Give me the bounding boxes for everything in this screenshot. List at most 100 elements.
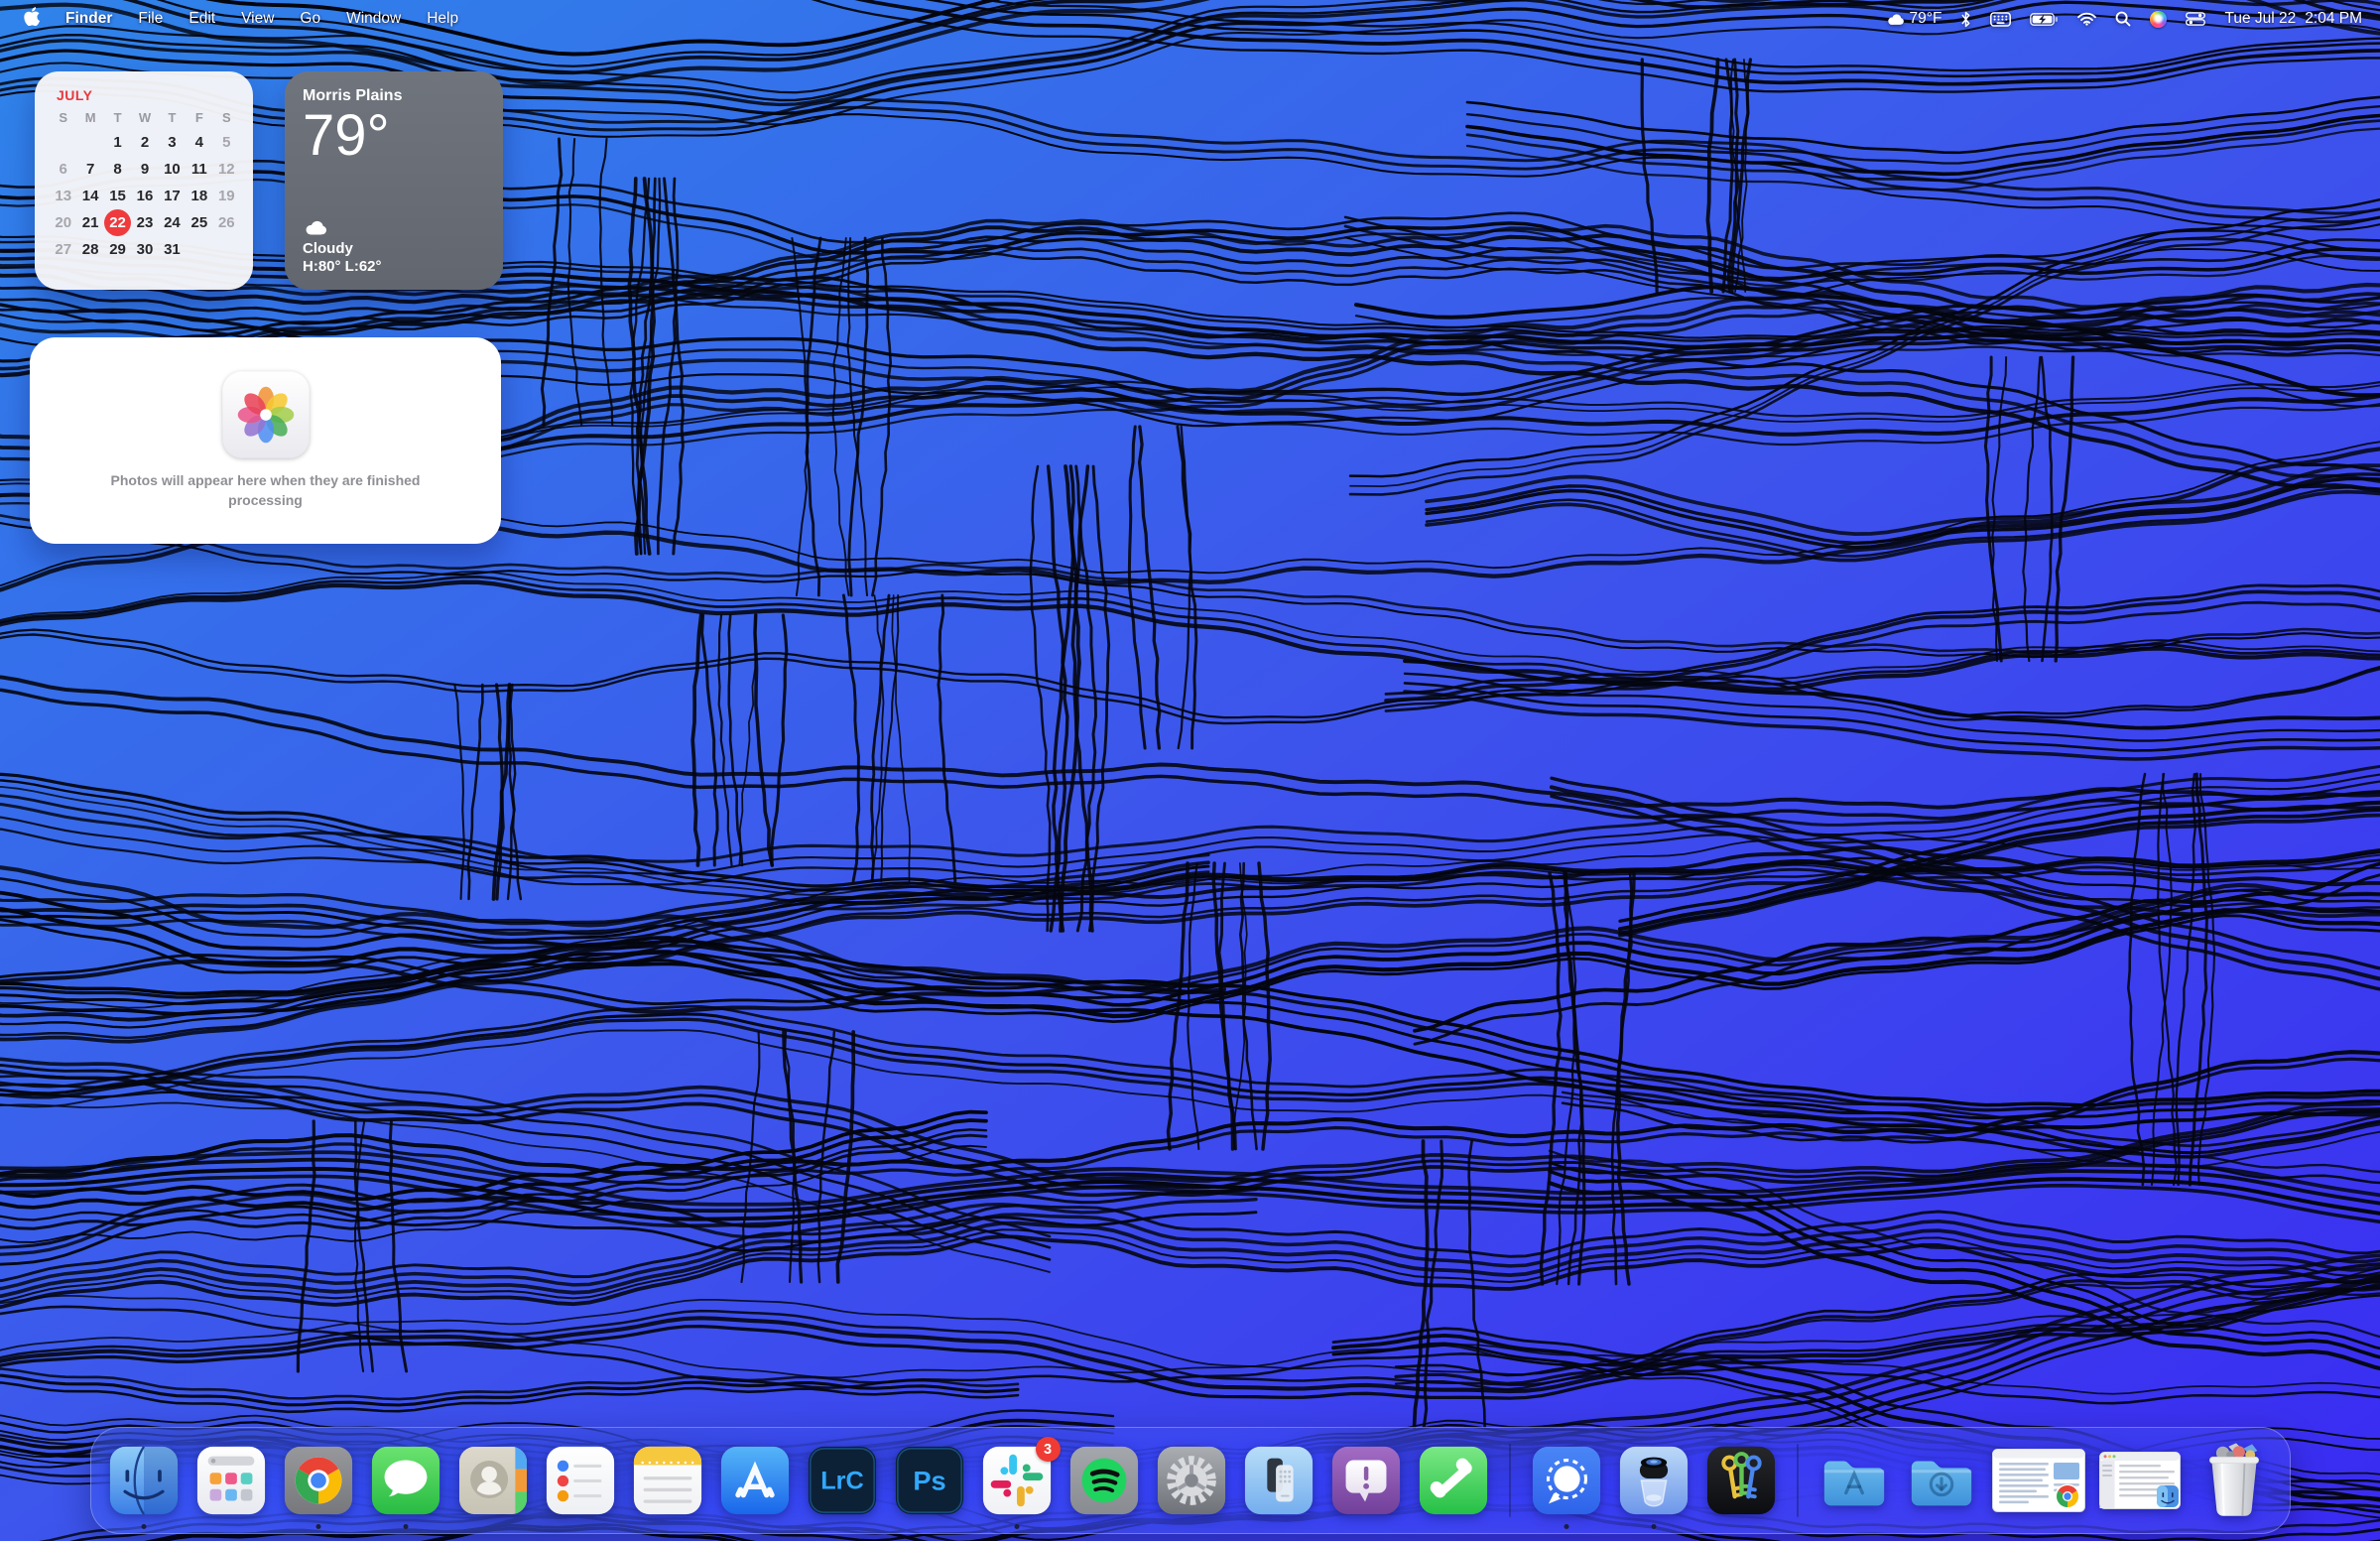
weather-widget[interactable]: Morris Plains 79° Cloudy H:80° L:62°: [285, 71, 503, 290]
running-indicator: [315, 1524, 320, 1529]
dock-item-folder-apps[interactable]: [1817, 1444, 1891, 1517]
calendar-widget[interactable]: JULY SMTWTFS 123456789101112131415161718…: [35, 71, 253, 290]
calendar-day-cell: 5: [213, 129, 240, 156]
running-indicator: [403, 1524, 408, 1529]
calendar-day-header: W: [131, 108, 158, 129]
keyboard-icon: [1990, 12, 2011, 27]
min-window-chrome-icon: [1992, 1449, 2085, 1512]
calendar-today-cell: 22: [104, 209, 131, 236]
calendar-day-cell: 28: [76, 236, 103, 263]
weather-status-item[interactable]: 79°F: [1886, 10, 1942, 28]
lightroom-icon: LrC: [806, 1444, 879, 1517]
dock-item-trash[interactable]: [2194, 1441, 2274, 1520]
apple-icon: [24, 7, 40, 26]
battery-status-item[interactable]: [2030, 13, 2059, 26]
dock-item-finder[interactable]: [107, 1444, 181, 1517]
calendar-grid: 1234567891011121314151617181920212223242…: [50, 129, 240, 263]
dock-separator: [1797, 1444, 1799, 1517]
menubar-clock[interactable]: Tue Jul 22 2:04 PM: [2224, 10, 2362, 28]
calendar-day-cell: 12: [213, 156, 240, 183]
dock-item-feedback[interactable]: [1329, 1444, 1403, 1517]
dock-item-min-window-finder[interactable]: [2099, 1452, 2181, 1509]
menu-window[interactable]: Window: [346, 10, 401, 28]
photos-widget[interactable]: Photos will appear here when they are fi…: [30, 337, 501, 544]
bluetooth-status-item[interactable]: [1960, 11, 1971, 28]
calendar-day-cell: 18: [186, 183, 212, 209]
menu-bar: Finder File Edit View Go Window Help 79°F: [0, 0, 2380, 38]
svg-text:Ps: Ps: [913, 1466, 945, 1496]
calendar-day-cell: 2: [131, 129, 158, 156]
menu-view[interactable]: View: [241, 10, 274, 28]
dock-item-chrome[interactable]: [282, 1444, 355, 1517]
photos-app-icon-plate: [222, 371, 310, 458]
menubar-temperature: 79°F: [1910, 10, 1942, 28]
wifi-status-item[interactable]: [2077, 12, 2096, 26]
dock-item-photoshop[interactable]: Ps: [893, 1444, 966, 1517]
spotlight-status-item[interactable]: [2115, 11, 2131, 27]
calendar-day-cell: [50, 129, 76, 156]
dock-item-passwords[interactable]: [1704, 1444, 1778, 1517]
dock: LrC Ps 3: [90, 1427, 2291, 1534]
calendar-day-cell: 11: [186, 156, 212, 183]
weather-high-low: H:80° L:62°: [303, 258, 382, 275]
menu-edit[interactable]: Edit: [188, 10, 215, 28]
dock-item-signal[interactable]: [1530, 1444, 1603, 1517]
menu-bar-left: Finder File Edit View Go Window Help: [24, 7, 458, 31]
phone-icon: [1417, 1444, 1490, 1517]
calendar-day-cell: 15: [104, 183, 131, 209]
calendar-day-cell: 29: [104, 236, 131, 263]
dock-item-slack[interactable]: 3: [980, 1444, 1054, 1517]
apple-menu[interactable]: [24, 7, 40, 31]
folder-downloads-icon: [1905, 1444, 1978, 1517]
menu-file[interactable]: File: [138, 10, 163, 28]
folder-apps-icon: [1817, 1444, 1891, 1517]
calendar-day-cell: 27: [50, 236, 76, 263]
dock-item-folder-downloads[interactable]: [1905, 1444, 1978, 1517]
wifi-icon: [2077, 12, 2096, 26]
notes-icon: [631, 1444, 704, 1517]
launchpad-icon: [194, 1444, 268, 1517]
appstore-icon: [718, 1444, 792, 1517]
keyboard-status-item[interactable]: [1990, 12, 2011, 27]
dock-item-launchpad[interactable]: [194, 1444, 268, 1517]
calendar-day-cell: [76, 129, 103, 156]
min-window-finder-icon: [2099, 1452, 2181, 1509]
calendar-day-cell: 30: [131, 236, 158, 263]
contacts-icon: [456, 1444, 530, 1517]
dock-item-contacts[interactable]: [456, 1444, 530, 1517]
lens-app-icon: [1617, 1444, 1691, 1517]
dock-item-messages[interactable]: [369, 1444, 442, 1517]
photos-empty-message: Photos will appear here when they are fi…: [111, 471, 421, 511]
dock-item-settings[interactable]: [1155, 1444, 1228, 1517]
dock-item-lightroom[interactable]: LrC: [806, 1444, 879, 1517]
menu-go[interactable]: Go: [300, 10, 320, 28]
dock-item-reminders[interactable]: [544, 1444, 617, 1517]
calendar-day-cell: 20: [50, 209, 76, 236]
dock-item-iphone-mirroring[interactable]: [1242, 1444, 1315, 1517]
iphone-mirroring-icon: [1242, 1444, 1315, 1517]
menubar-date: Tue Jul 22: [2224, 10, 2296, 28]
siri-icon: [2150, 11, 2167, 28]
signal-icon: [1530, 1444, 1603, 1517]
control-center-status-item[interactable]: [2186, 12, 2205, 26]
dock-item-lens-app[interactable]: [1617, 1444, 1691, 1517]
dock-item-appstore[interactable]: [718, 1444, 792, 1517]
svg-text:LrC: LrC: [820, 1468, 864, 1495]
menu-app-name[interactable]: Finder: [65, 10, 112, 28]
trash-icon: [2194, 1441, 2274, 1520]
menu-help[interactable]: Help: [427, 10, 458, 28]
siri-status-item[interactable]: [2150, 11, 2167, 28]
running-indicator: [1014, 1524, 1019, 1529]
dock-item-notes[interactable]: [631, 1444, 704, 1517]
calendar-day-cell: 4: [186, 129, 212, 156]
dock-item-spotify[interactable]: [1067, 1444, 1141, 1517]
calendar-day-cell: 13: [50, 183, 76, 209]
chrome-icon: [282, 1444, 355, 1517]
weather-condition: Cloudy: [303, 240, 382, 257]
notification-badge: 3: [1036, 1437, 1061, 1462]
photos-flower-icon: [235, 384, 297, 446]
dock-item-min-window-chrome[interactable]: [1992, 1449, 2085, 1512]
dock-item-phone[interactable]: [1417, 1444, 1490, 1517]
calendar-day-cell: 25: [186, 209, 212, 236]
running-indicator: [141, 1524, 146, 1529]
